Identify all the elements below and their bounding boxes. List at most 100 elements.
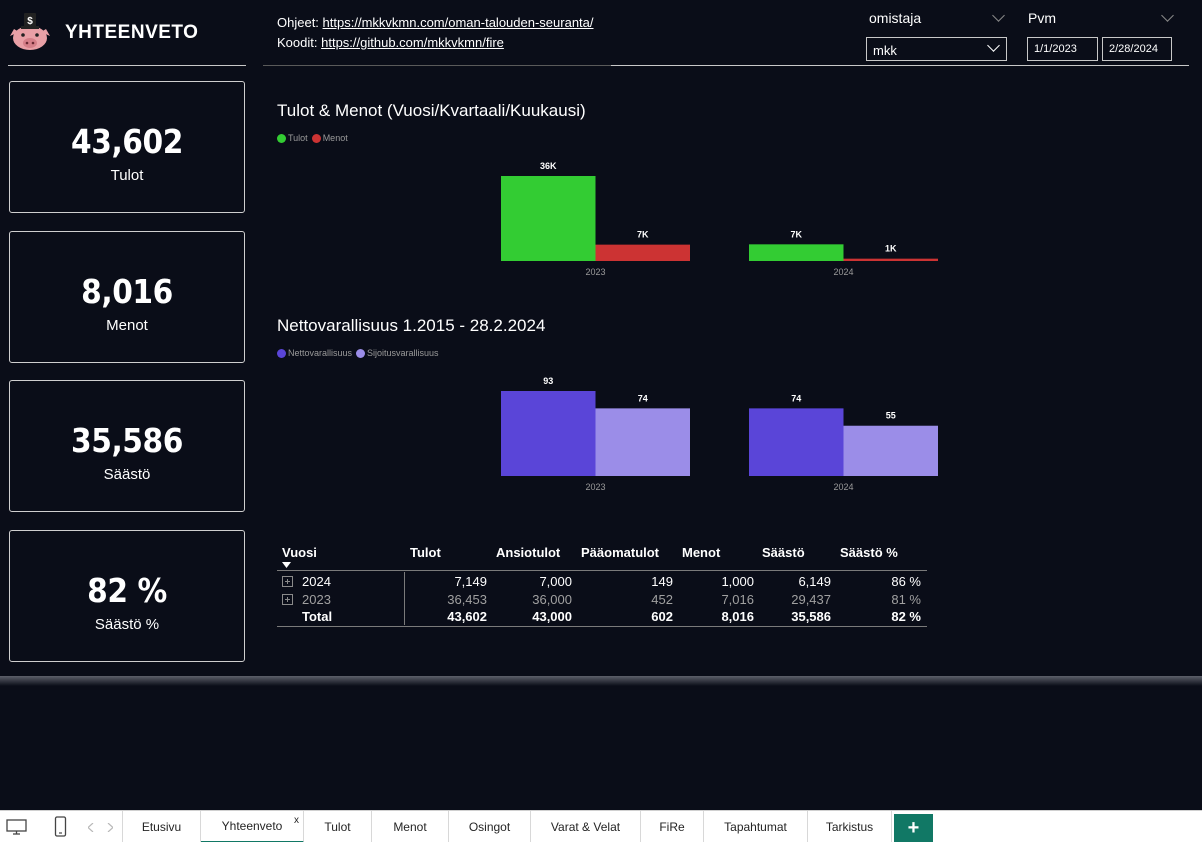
- data-label: 74: [638, 393, 648, 403]
- column-header-saasto[interactable]: Säästö: [762, 545, 805, 560]
- legend-dot-icon: [277, 348, 286, 358]
- row-year: 2023: [302, 592, 331, 607]
- legend-item-menot[interactable]: Menot: [311, 133, 348, 143]
- legend-label: Menot: [322, 133, 348, 143]
- code-label: Koodit:: [277, 35, 318, 50]
- kpi-label: Tulot: [110, 167, 144, 184]
- owner-slicer-chevron-icon[interactable]: [992, 9, 1005, 22]
- cell-saasto-percent: 82 %: [891, 609, 921, 624]
- nettovarallisuus-bar-chart[interactable]: 93 74 2023 74 55 2024: [277, 365, 957, 500]
- legend-item-tulot[interactable]: Tulot: [277, 133, 308, 143]
- kpi-card-saasto-percent: 82 % Säästö %: [9, 530, 245, 662]
- kpi-value: 35,586: [71, 421, 183, 460]
- cell-menot: 1,000: [721, 574, 754, 589]
- cell-saasto-percent: 81 %: [891, 592, 921, 607]
- tab-tulot[interactable]: Tulot: [304, 811, 372, 842]
- bar-sijoitusvarallisuus-2023[interactable]: [595, 408, 691, 476]
- tab-fire[interactable]: FiRe: [641, 811, 704, 842]
- cell-saasto: 35,586: [791, 609, 831, 624]
- data-label: 7K: [790, 229, 802, 239]
- cell-saasto-percent: 86 %: [891, 574, 921, 589]
- cell-saasto: 6,149: [798, 574, 831, 589]
- help-label: Ohjeet:: [277, 15, 319, 30]
- cell-ansiotulot: 36,000: [532, 592, 572, 607]
- cell-menot: 8,016: [721, 609, 754, 624]
- header-underline: [277, 570, 927, 571]
- data-label: 74: [791, 393, 801, 403]
- cell-paaomatulot: 602: [651, 609, 673, 624]
- data-label: 7K: [637, 230, 649, 240]
- cell-tulot: 43,602: [447, 609, 487, 624]
- column-header-vuosi[interactable]: Vuosi: [282, 545, 317, 560]
- x-tick-label: 2023: [585, 482, 605, 492]
- owner-slicer-label: omistaja: [869, 10, 922, 26]
- header-divider: [611, 65, 1189, 66]
- end-date-input[interactable]: 2/28/2024: [1102, 37, 1172, 61]
- help-link[interactable]: https://mkkvkmn.com/oman-talouden-seuran…: [323, 15, 594, 30]
- kpi-card-tulot: 43,602 Tulot: [9, 81, 245, 213]
- bar-sijoitusvarallisuus-2024[interactable]: [843, 425, 939, 476]
- scroll-left-icon[interactable]: [88, 823, 94, 832]
- legend-item-sijoitusvarallisuus[interactable]: Sijoitusvarallisuus: [356, 348, 439, 358]
- page-bottom-edge: [0, 676, 1202, 686]
- tab-osingot[interactable]: Osingot: [449, 811, 531, 842]
- report-header: $ YHTEENVETO Ohjeet: https://mkkvkmn.com…: [0, 0, 1202, 66]
- bar-tulot-2023[interactable]: [501, 176, 596, 261]
- cell-tulot: 36,453: [447, 592, 487, 607]
- data-label: 93: [543, 376, 553, 386]
- header-divider: [263, 65, 611, 66]
- info-links: Ohjeet: https://mkkvkmn.com/oman-taloude…: [277, 13, 594, 53]
- kpi-label: Menot: [106, 317, 148, 334]
- column-header-saasto-percent[interactable]: Säästö %: [840, 545, 898, 560]
- column-header-ansiotulot[interactable]: Ansiotulot: [496, 545, 560, 560]
- code-link[interactable]: https://github.com/mkkvkmn/fire: [321, 35, 504, 50]
- owner-dropdown[interactable]: mkk: [866, 37, 1007, 61]
- bar-nettovarallisuus-2024[interactable]: [749, 408, 844, 476]
- bar-nettovarallisuus-2023[interactable]: [501, 391, 596, 476]
- page-title: YHTEENVETO: [65, 22, 199, 43]
- date-slicer-chevron-icon[interactable]: [1161, 9, 1174, 22]
- pig-logo-icon: $: [10, 13, 50, 50]
- cell-tulot: 7,149: [454, 574, 487, 589]
- table-row: 2023 36,453 36,000 452 7,016 29,437 81 %: [277, 592, 927, 610]
- tab-tarkistus[interactable]: Tarkistus: [808, 811, 892, 842]
- legend-label: Nettovarallisuus: [288, 348, 353, 358]
- tab-tapahtumat[interactable]: Tapahtumat: [704, 811, 808, 842]
- bar-menot-2023[interactable]: [595, 244, 691, 261]
- bar-menot-2024[interactable]: [843, 258, 939, 261]
- chart-legend: Nettovarallisuus Sijoitusvarallisuus: [277, 348, 443, 358]
- bar-tulot-2024[interactable]: [749, 244, 844, 261]
- tab-etusivu[interactable]: Etusivu: [123, 811, 201, 842]
- table-header-row: Vuosi Tulot Ansiotulot Pääomatulot Menot…: [277, 545, 927, 563]
- add-page-button[interactable]: +: [894, 814, 933, 842]
- mobile-view-icon[interactable]: [54, 816, 67, 838]
- column-header-tulot[interactable]: Tulot: [410, 545, 441, 560]
- column-header-menot[interactable]: Menot: [682, 545, 720, 560]
- table-total-row: Total 43,602 43,000 602 8,016 35,586 82 …: [277, 609, 927, 627]
- kpi-value: 8,016: [81, 272, 173, 311]
- expand-plus-icon[interactable]: [282, 594, 293, 605]
- tulot-menot-bar-chart[interactable]: 36K 7K 2023 7K 1K 2024: [277, 150, 957, 285]
- legend-dot-icon: [356, 348, 366, 358]
- page-tab-bar: Etusivu Yhteenveto x Tulot Menot Osingot…: [0, 810, 1202, 842]
- chart-legend: Tulot Menot: [277, 133, 352, 143]
- data-label: 55: [886, 411, 896, 421]
- chart-title-nettovarallisuus: Nettovarallisuus 1.2015 - 28.2.2024: [277, 316, 546, 335]
- sort-descending-icon[interactable]: [282, 562, 291, 568]
- tab-yhteenveto[interactable]: Yhteenveto x: [201, 811, 304, 842]
- legend-item-nettovarallisuus[interactable]: Nettovarallisuus: [277, 348, 352, 358]
- column-header-paaomatulot[interactable]: Pääomatulot: [581, 545, 659, 560]
- kpi-card-saasto: 35,586 Säästö: [9, 380, 245, 512]
- scroll-right-icon[interactable]: [107, 823, 113, 832]
- desktop-view-icon[interactable]: [6, 819, 27, 835]
- close-tab-icon[interactable]: x: [294, 815, 299, 826]
- tab-varat-velat[interactable]: Varat & Velat: [531, 811, 641, 842]
- cell-paaomatulot: 149: [651, 574, 673, 589]
- tab-menot[interactable]: Menot: [372, 811, 449, 842]
- expand-plus-icon[interactable]: [282, 576, 293, 587]
- header-divider: [8, 65, 246, 66]
- start-date-input[interactable]: 1/1/2023: [1027, 37, 1098, 61]
- legend-label: Sijoitusvarallisuus: [367, 348, 439, 358]
- cell-ansiotulot: 43,000: [532, 609, 572, 624]
- tab-label: Yhteenveto: [221, 819, 283, 833]
